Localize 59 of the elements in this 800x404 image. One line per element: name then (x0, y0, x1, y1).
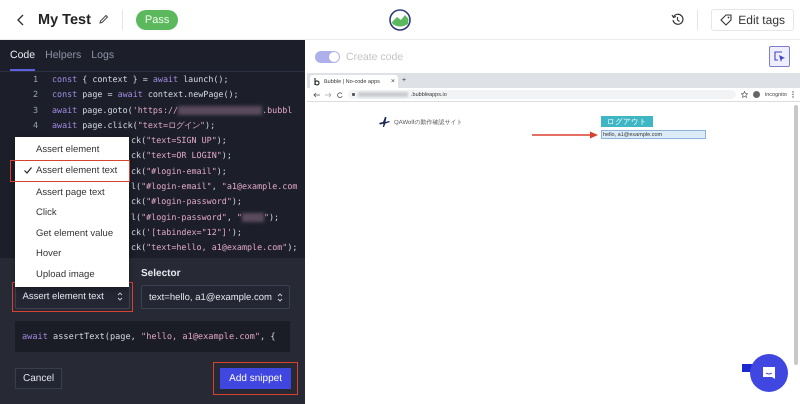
logo-icon (389, 9, 411, 31)
code-line: ck("#login-password"); (131, 195, 242, 208)
airplane-icon (379, 117, 390, 127)
test-title: My Test (38, 12, 91, 28)
check-icon (24, 167, 32, 174)
menu-item[interactable]: Assert element text (15, 160, 129, 181)
chat-icon (761, 365, 777, 381)
selector-label: Selector (141, 268, 180, 279)
line-number: 4 (32, 118, 38, 132)
editor-tab[interactable]: Code (10, 40, 36, 71)
arrow-annotation (532, 130, 598, 138)
code-line: ck("text=SIGN UP"); (131, 134, 227, 148)
code-line: await page.goto('https:// .bubbl (52, 104, 292, 117)
history-icon[interactable] (671, 13, 684, 26)
code-line: const page = await context.newPage(); (52, 88, 239, 102)
chevron-updown-icon (116, 292, 122, 301)
element-picker-button[interactable] (769, 46, 790, 67)
cancel-button[interactable]: Cancel (15, 368, 62, 389)
bubble-logo-icon (313, 78, 321, 86)
chat-button[interactable] (750, 354, 788, 392)
status-badge: Pass (136, 10, 178, 30)
add-snippet-button[interactable]: Add snippet (220, 368, 291, 389)
blurred-region (242, 212, 264, 222)
blurred-region (358, 92, 408, 97)
menu-item[interactable]: Assert element (15, 139, 129, 160)
selector-select[interactable]: text=hello, a1@example.com (141, 285, 290, 309)
editor-tab[interactable]: Helpers (45, 40, 82, 71)
line-number: 3 (32, 104, 38, 117)
code-line: l("#login-email", "a1@example.com (131, 180, 298, 194)
code-line: ck("text=hello, a1@example.com"); (131, 241, 298, 254)
edit-tags-button[interactable]: Edit tags (711, 8, 794, 30)
pencil-icon[interactable] (98, 14, 109, 25)
cursor-select-icon (774, 50, 786, 62)
tag-icon (720, 14, 732, 26)
back-icon[interactable] (17, 14, 25, 26)
profile-avatar-icon (752, 91, 760, 98)
menu-item[interactable]: Hover (15, 244, 129, 264)
editor-tab[interactable]: Logs (91, 40, 114, 71)
menu-item[interactable]: Upload image (15, 264, 129, 284)
reload-icon[interactable] (337, 92, 343, 98)
menu-item[interactable]: Assert page text (15, 182, 129, 202)
lock-icon (352, 93, 355, 96)
star-icon[interactable] (740, 91, 748, 98)
toggle-label: Create code (346, 50, 404, 62)
code-preview: await assertText(page, "hello, a1@example.com", { (15, 321, 290, 352)
line-number: 2 (32, 88, 38, 102)
code-line: ck("#login-email"); (131, 164, 227, 178)
code-line: const { context } = await launch(); (52, 73, 228, 86)
line-number: 1 (32, 73, 38, 86)
scrollbar[interactable] (794, 105, 798, 365)
toggle-switch[interactable] (315, 50, 340, 62)
code-line: l("#login-password", " "); (131, 210, 280, 224)
menu-item[interactable]: Click (15, 202, 129, 223)
code-line: ck('[tabindex="12"]'); (131, 226, 242, 239)
menu-item[interactable]: Get element value (15, 223, 129, 244)
back-arrow-icon[interactable] (313, 92, 320, 98)
code-line: await page.click("text=ログイン"); (52, 118, 216, 132)
chevron-updown-icon (277, 292, 283, 302)
code-line: ck("text=OR LOGIN"); (131, 149, 232, 162)
